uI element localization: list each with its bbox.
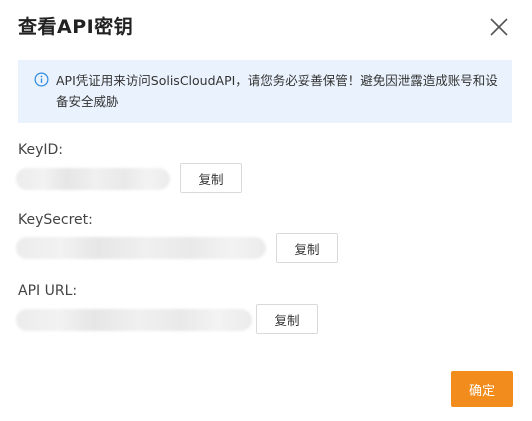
api-url-label: API URL: bbox=[18, 283, 78, 299]
key-id-value bbox=[16, 168, 170, 190]
key-id-label: KeyID: bbox=[18, 142, 64, 158]
key-secret-value bbox=[16, 237, 266, 259]
key-secret-label: KeySecret: bbox=[18, 212, 93, 228]
close-icon bbox=[490, 18, 508, 36]
api-url-value bbox=[16, 309, 252, 331]
copy-key-id-button[interactable]: 复制 bbox=[180, 163, 242, 193]
copy-key-secret-button[interactable]: 复制 bbox=[276, 233, 338, 263]
confirm-button[interactable]: 确定 bbox=[451, 371, 513, 407]
info-icon bbox=[34, 72, 49, 87]
page-title: 查看API密钥 bbox=[18, 16, 134, 38]
copy-api-url-button[interactable]: 复制 bbox=[256, 304, 318, 334]
close-button[interactable] bbox=[486, 14, 512, 40]
notice-banner: API凭证用来访问SolisCloudAPI，请您务必妥善保管！避免因泄露造成账… bbox=[18, 60, 512, 123]
notice-text: API凭证用来访问SolisCloudAPI，请您务必妥善保管！避免因泄露造成账… bbox=[56, 73, 498, 109]
